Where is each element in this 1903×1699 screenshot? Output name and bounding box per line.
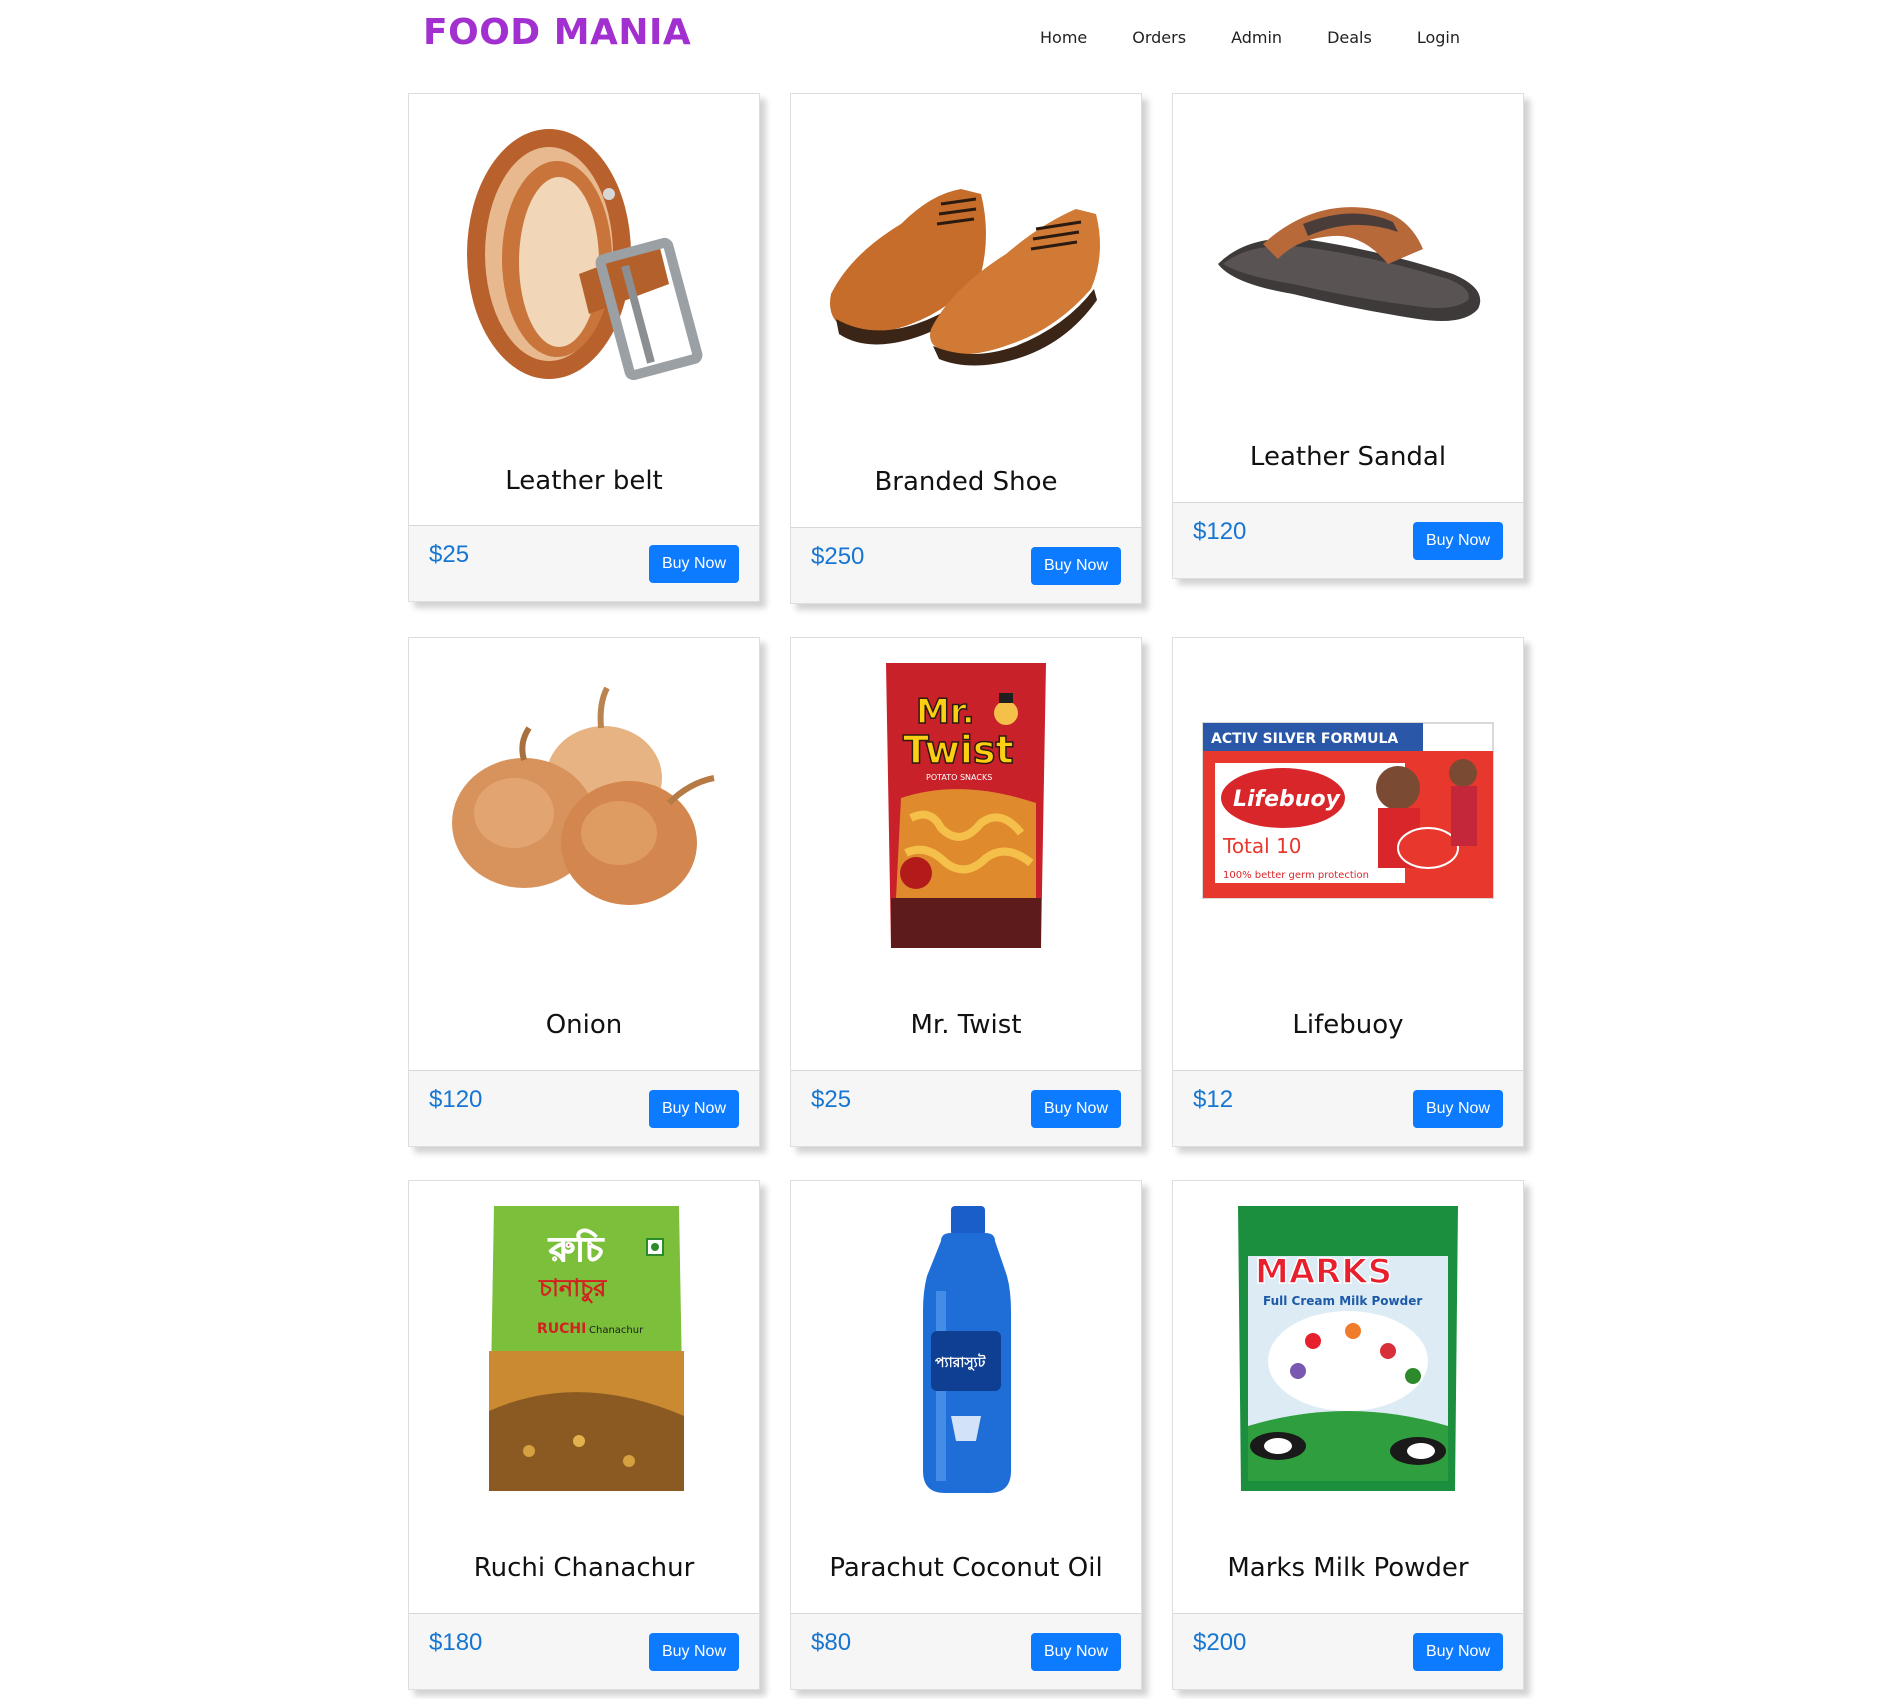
- product-price: $120: [1193, 518, 1247, 545]
- product-title: Ruchi Chanachur: [473, 1553, 695, 1583]
- product-card: Leather belt $25 Buy Now: [408, 93, 760, 602]
- lifebuoy-image: ACTIV SILVER FORMULA Lifebuoy Total 10 1…: [1193, 658, 1503, 958]
- ruchi-chanachur-image: রুচি চানাচুর RUCHI Chanachur: [429, 1201, 739, 1501]
- product-title: Parachut Coconut Oil: [829, 1553, 1103, 1583]
- svg-text:Lifebuoy: Lifebuoy: [1233, 787, 1342, 812]
- svg-text:Chanachur: Chanachur: [589, 1325, 644, 1336]
- product-price: $250: [811, 543, 865, 570]
- card-footer: $120 Buy Now: [409, 1070, 759, 1146]
- product-title: Branded Shoe: [874, 467, 1058, 497]
- svg-text:রুচি: রুচি: [548, 1229, 605, 1270]
- buy-now-button[interactable]: Buy Now: [649, 1633, 739, 1671]
- product-price: $120: [429, 1086, 483, 1113]
- product-title: Leather Sandal: [1249, 442, 1447, 472]
- product-card: রুচি চানাচুর RUCHI Chanachur Ruchi Chana…: [408, 1180, 760, 1690]
- leather-belt-image: [429, 114, 739, 414]
- svg-text:চানাচুর: চানাচুর: [538, 1274, 607, 1303]
- buy-now-button[interactable]: Buy Now: [1413, 522, 1503, 560]
- buy-now-button[interactable]: Buy Now: [1413, 1633, 1503, 1671]
- buy-now-button[interactable]: Buy Now: [649, 1090, 739, 1128]
- buy-now-button[interactable]: Buy Now: [1031, 1633, 1121, 1671]
- svg-text:Mr.: Mr.: [916, 692, 975, 732]
- nav-login[interactable]: Login: [1417, 28, 1460, 47]
- brand-logo[interactable]: FOOD MANIA: [423, 12, 691, 53]
- product-price: $25: [429, 541, 470, 568]
- buy-now-button[interactable]: Buy Now: [1031, 1090, 1121, 1128]
- card-footer: $200 Buy Now: [1173, 1613, 1523, 1689]
- svg-text:প্যারাস্যুট: প্যারাস্যুট: [935, 1353, 987, 1372]
- product-grid: Leather belt $25 Buy Now Branded Shoe $2…: [408, 93, 1524, 1690]
- product-card: প্যারাস্যুট Parachut Coconut Oil $80 Buy…: [790, 1180, 1142, 1690]
- card-footer: $250 Buy Now: [791, 527, 1141, 603]
- marks-milk-image: MARKS Full Cream Milk Powder: [1193, 1201, 1503, 1501]
- main-nav: Home Orders Admin Deals Login: [1040, 28, 1505, 47]
- branded-shoe-image: [811, 114, 1121, 414]
- svg-text:100% better germ protection: 100% better germ protection: [1223, 870, 1369, 881]
- product-card: Mr. Twist POTATO SNACKS Mr. Twist $25 Bu…: [790, 637, 1142, 1147]
- nav-admin[interactable]: Admin: [1231, 28, 1282, 47]
- product-price: $200: [1193, 1629, 1247, 1656]
- svg-text:Twist: Twist: [903, 728, 1014, 772]
- svg-text:RUCHI: RUCHI: [537, 1321, 586, 1337]
- product-title: Leather belt: [505, 466, 663, 496]
- product-card: Leather Sandal $120 Buy Now: [1172, 93, 1524, 579]
- card-footer: $12 Buy Now: [1173, 1070, 1523, 1146]
- card-footer: $180 Buy Now: [409, 1613, 759, 1689]
- parachute-oil-image: প্যারাস্যুট: [811, 1201, 1121, 1501]
- product-price: $180: [429, 1629, 483, 1656]
- svg-text:POTATO SNACKS: POTATO SNACKS: [926, 773, 992, 782]
- product-title: Mr. Twist: [910, 1010, 1022, 1040]
- buy-now-button[interactable]: Buy Now: [1413, 1090, 1503, 1128]
- card-footer: $80 Buy Now: [791, 1613, 1141, 1689]
- product-title: Lifebuoy: [1292, 1010, 1404, 1040]
- leather-sandal-image: [1193, 114, 1503, 414]
- nav-orders[interactable]: Orders: [1132, 28, 1186, 47]
- onion-image: [429, 658, 739, 958]
- nav-home[interactable]: Home: [1040, 28, 1087, 47]
- card-footer: $120 Buy Now: [1173, 502, 1523, 578]
- product-card: Branded Shoe $250 Buy Now: [790, 93, 1142, 604]
- svg-text:ACTIV SILVER FORMULA: ACTIV SILVER FORMULA: [1211, 731, 1398, 747]
- nav-deals[interactable]: Deals: [1327, 28, 1372, 47]
- product-price: $12: [1193, 1086, 1234, 1113]
- card-footer: $25 Buy Now: [791, 1070, 1141, 1146]
- buy-now-button[interactable]: Buy Now: [1031, 547, 1121, 585]
- product-card: ACTIV SILVER FORMULA Lifebuoy Total 10 1…: [1172, 637, 1524, 1147]
- buy-now-button[interactable]: Buy Now: [649, 545, 739, 583]
- mr-twist-image: Mr. Twist POTATO SNACKS: [811, 658, 1121, 958]
- product-price: $25: [811, 1086, 852, 1113]
- product-card: Onion $120 Buy Now: [408, 637, 760, 1147]
- product-price: $80: [811, 1629, 852, 1656]
- product-title: Onion: [545, 1010, 623, 1040]
- svg-text:Full Cream Milk Powder: Full Cream Milk Powder: [1263, 1294, 1422, 1308]
- svg-text:MARKS: MARKS: [1255, 1252, 1392, 1292]
- product-title: Marks Milk Powder: [1227, 1553, 1469, 1583]
- svg-text:Total 10: Total 10: [1222, 834, 1302, 858]
- product-card: MARKS Full Cream Milk Powder Marks Milk …: [1172, 1180, 1524, 1690]
- card-footer: $25 Buy Now: [409, 525, 759, 601]
